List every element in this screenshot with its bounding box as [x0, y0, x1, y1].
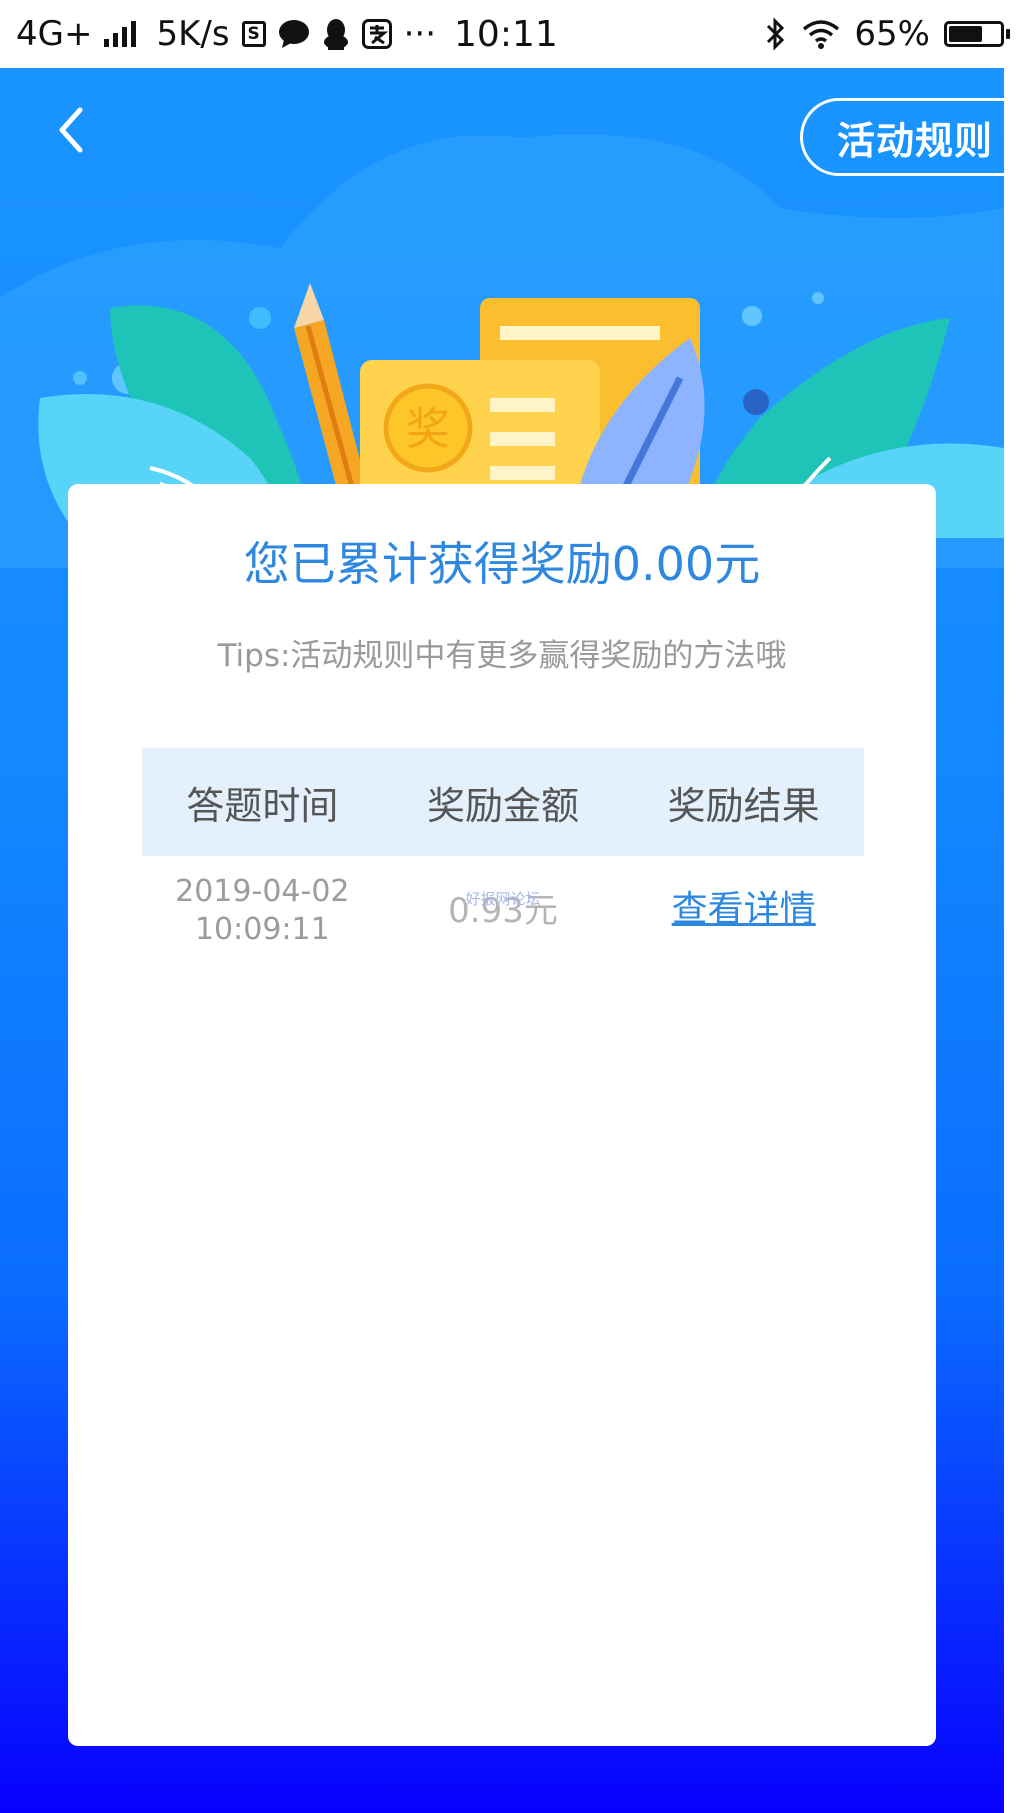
- more-icon: ···: [403, 14, 437, 54]
- status-bar: 4G+ 5K/s S ··· 10:11 65%: [0, 0, 1020, 68]
- back-button[interactable]: [44, 100, 104, 160]
- s-icon: S: [241, 21, 266, 47]
- answer-date: 2019-04-02: [175, 874, 350, 909]
- qq-icon: [323, 19, 348, 50]
- reward-badge-char: 奖: [406, 404, 450, 455]
- header-answer-time: 答题时间: [186, 783, 339, 828]
- reward-amount-cell: 好报网论坛 0.93元: [383, 890, 624, 930]
- main-screen: 奖 活动规则 您已累计获得奖励0.00元 Tips:活动规则中有更多赢得奖励的方…: [0, 68, 1004, 1813]
- network-type: 4G+: [16, 14, 93, 54]
- reward-table: 答题时间 奖励金额 奖励结果 2019-04-02 10:09:11 好报网论坛…: [142, 748, 864, 966]
- right-edge-strip: [1004, 68, 1020, 1813]
- battery-percent: 65%: [854, 14, 930, 54]
- battery-icon: [944, 21, 1010, 47]
- watermark-text: 好报网论坛: [465, 890, 541, 908]
- network-speed: 5K/s: [156, 14, 230, 54]
- activity-rules-button[interactable]: 活动规则: [800, 98, 1004, 176]
- header-reward-result: 奖励结果: [667, 783, 820, 828]
- chevron-left-icon: [59, 107, 83, 153]
- status-right: 65%: [764, 0, 1010, 68]
- answer-time-cell: 2019-04-02 10:09:11: [142, 873, 383, 949]
- reward-card: 您已累计获得奖励0.00元 Tips:活动规则中有更多赢得奖励的方法哦 答题时间…: [68, 484, 936, 1746]
- app-icon: [361, 19, 392, 49]
- bluetooth-icon: [767, 17, 785, 51]
- wifi-icon: [803, 20, 840, 49]
- status-left: 4G+ 5K/s S ··· 10:11: [16, 0, 558, 68]
- tips-text: Tips:活动规则中有更多赢得奖励的方法哦: [217, 638, 787, 674]
- reward-result-cell: 查看详情: [623, 891, 864, 931]
- activity-rules-label: 活动规则: [837, 118, 994, 163]
- header-reward-amount: 奖励金额: [427, 783, 580, 828]
- signal-icon: [104, 21, 137, 47]
- chat-icon: [278, 20, 309, 48]
- status-time: 10:11: [454, 13, 558, 55]
- table-row: 2019-04-02 10:09:11 好报网论坛 0.93元 查看详情: [142, 856, 864, 966]
- answer-time: 10:09:11: [194, 912, 330, 947]
- table-header: 答题时间 奖励金额 奖励结果: [142, 748, 864, 856]
- total-reward-title: 您已累计获得奖励0.00元: [243, 537, 761, 591]
- view-details-link[interactable]: 查看详情: [672, 889, 816, 930]
